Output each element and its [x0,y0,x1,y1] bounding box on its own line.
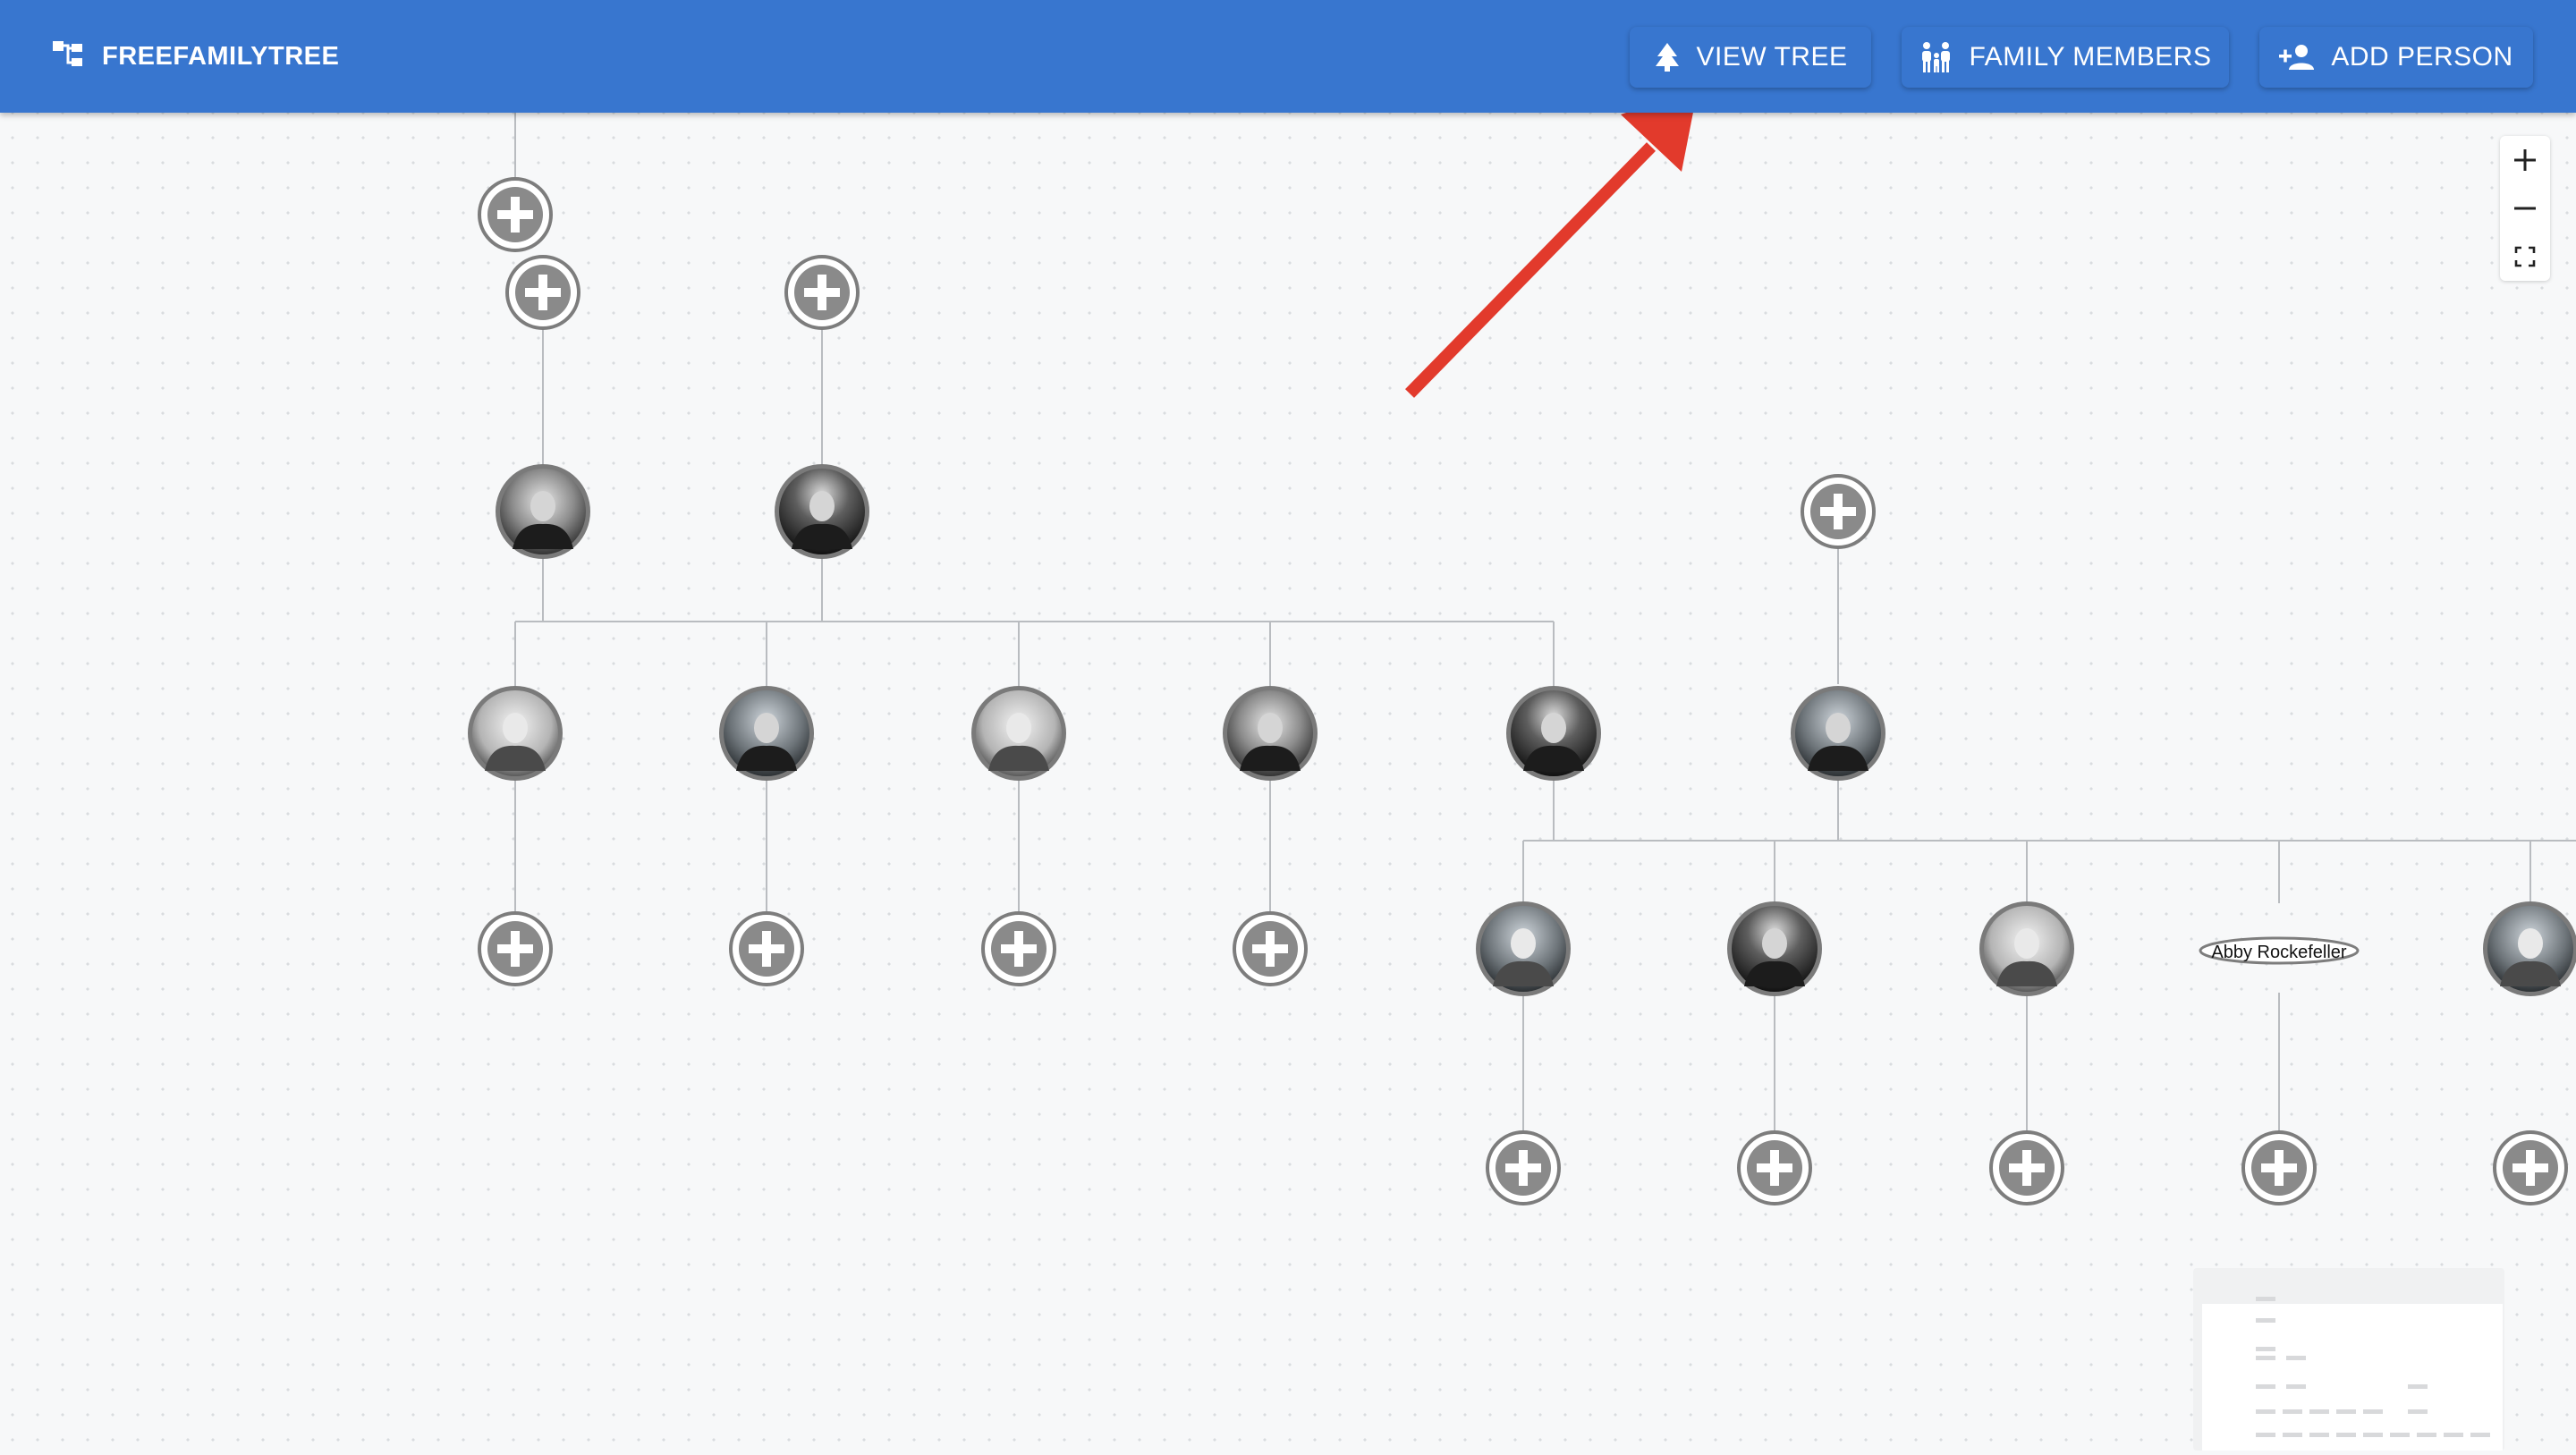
portrait-face [754,713,779,743]
family-members-button[interactable]: FAMILY MEMBERS [1902,27,2229,88]
portrait-face [2014,928,2039,959]
person-name-label: Abby Rockefeller [2211,943,2347,962]
family-icon [1921,42,1950,72]
person-node[interactable] [1727,901,1822,996]
add-relative-node[interactable] [478,911,553,986]
person-node[interactable] [1506,686,1601,781]
person-node[interactable] [1791,686,1885,781]
minus-icon [2514,207,2536,210]
add-relative-node[interactable] [2493,1130,2568,1205]
portrait-face [1511,928,1536,959]
portrait-face [2518,928,2543,959]
portrait-face [530,491,555,521]
person-node[interactable] [1476,901,1571,996]
add-relative-node[interactable] [1233,911,1308,986]
add-relative-node[interactable] [2241,1130,2317,1205]
add-relative-node[interactable] [505,255,580,330]
portrait-face [1006,713,1031,743]
portrait-face [1258,713,1283,743]
portrait-face [1541,713,1566,743]
person-node[interactable] [775,464,869,559]
tree-nodes: Abby Rockefeller [468,177,2576,1205]
annotation-arrow-shaft [1404,142,1657,398]
zoom-out-button[interactable] [2500,184,2550,233]
add-relative-node[interactable] [1801,474,1876,549]
fit-view-button[interactable] [2500,233,2550,281]
person-node[interactable] [496,464,590,559]
person-node[interactable] [468,686,563,781]
portrait-face [503,713,528,743]
add-relative-node[interactable] [1989,1130,2064,1205]
tree-icon [1655,43,1679,72]
zoom-in-button[interactable] [2500,136,2550,184]
add-person-button[interactable]: ADD PERSON [2259,27,2533,88]
family-tree-icon [52,40,84,73]
portrait-face [1826,713,1851,743]
portrait-face [1762,928,1787,959]
add-relative-node[interactable] [981,911,1056,986]
app-brand[interactable]: FREEFAMILYTREE [52,36,339,77]
portrait-face [809,491,835,521]
person-node[interactable] [1223,686,1318,781]
add-person-label: ADD PERSON [2331,42,2513,72]
person-add-icon [2279,45,2315,70]
zoom-controls [2500,136,2550,281]
family-members-label: FAMILY MEMBERS [1969,42,2212,72]
person-node[interactable] [719,686,814,781]
app-title: FREEFAMILYTREE [102,41,340,71]
view-tree-button[interactable]: VIEW TREE [1630,27,1871,88]
plus-icon [2514,149,2536,171]
view-tree-label: VIEW TREE [1696,42,1848,72]
app-bar: FREEFAMILYTREE VIEW TREE FAMILY MEMBERS [0,0,2576,113]
add-relative-node[interactable] [1486,1130,1561,1205]
person-node-labeled[interactable]: Abby Rockefeller [2199,936,2360,965]
minimap[interactable] [2193,1268,2504,1454]
add-relative-node[interactable] [729,911,804,986]
add-relative-node[interactable] [784,255,860,330]
add-relative-node[interactable] [478,177,553,252]
fit-view-icon [2514,246,2536,267]
person-node[interactable] [1979,901,2074,996]
person-node[interactable] [2483,901,2576,996]
family-tree-canvas[interactable]: Abby Rockefeller [0,0,2576,1451]
add-relative-node[interactable] [1737,1130,1812,1205]
person-node[interactable] [971,686,1066,781]
minimap-graphic [2202,1297,2503,1454]
